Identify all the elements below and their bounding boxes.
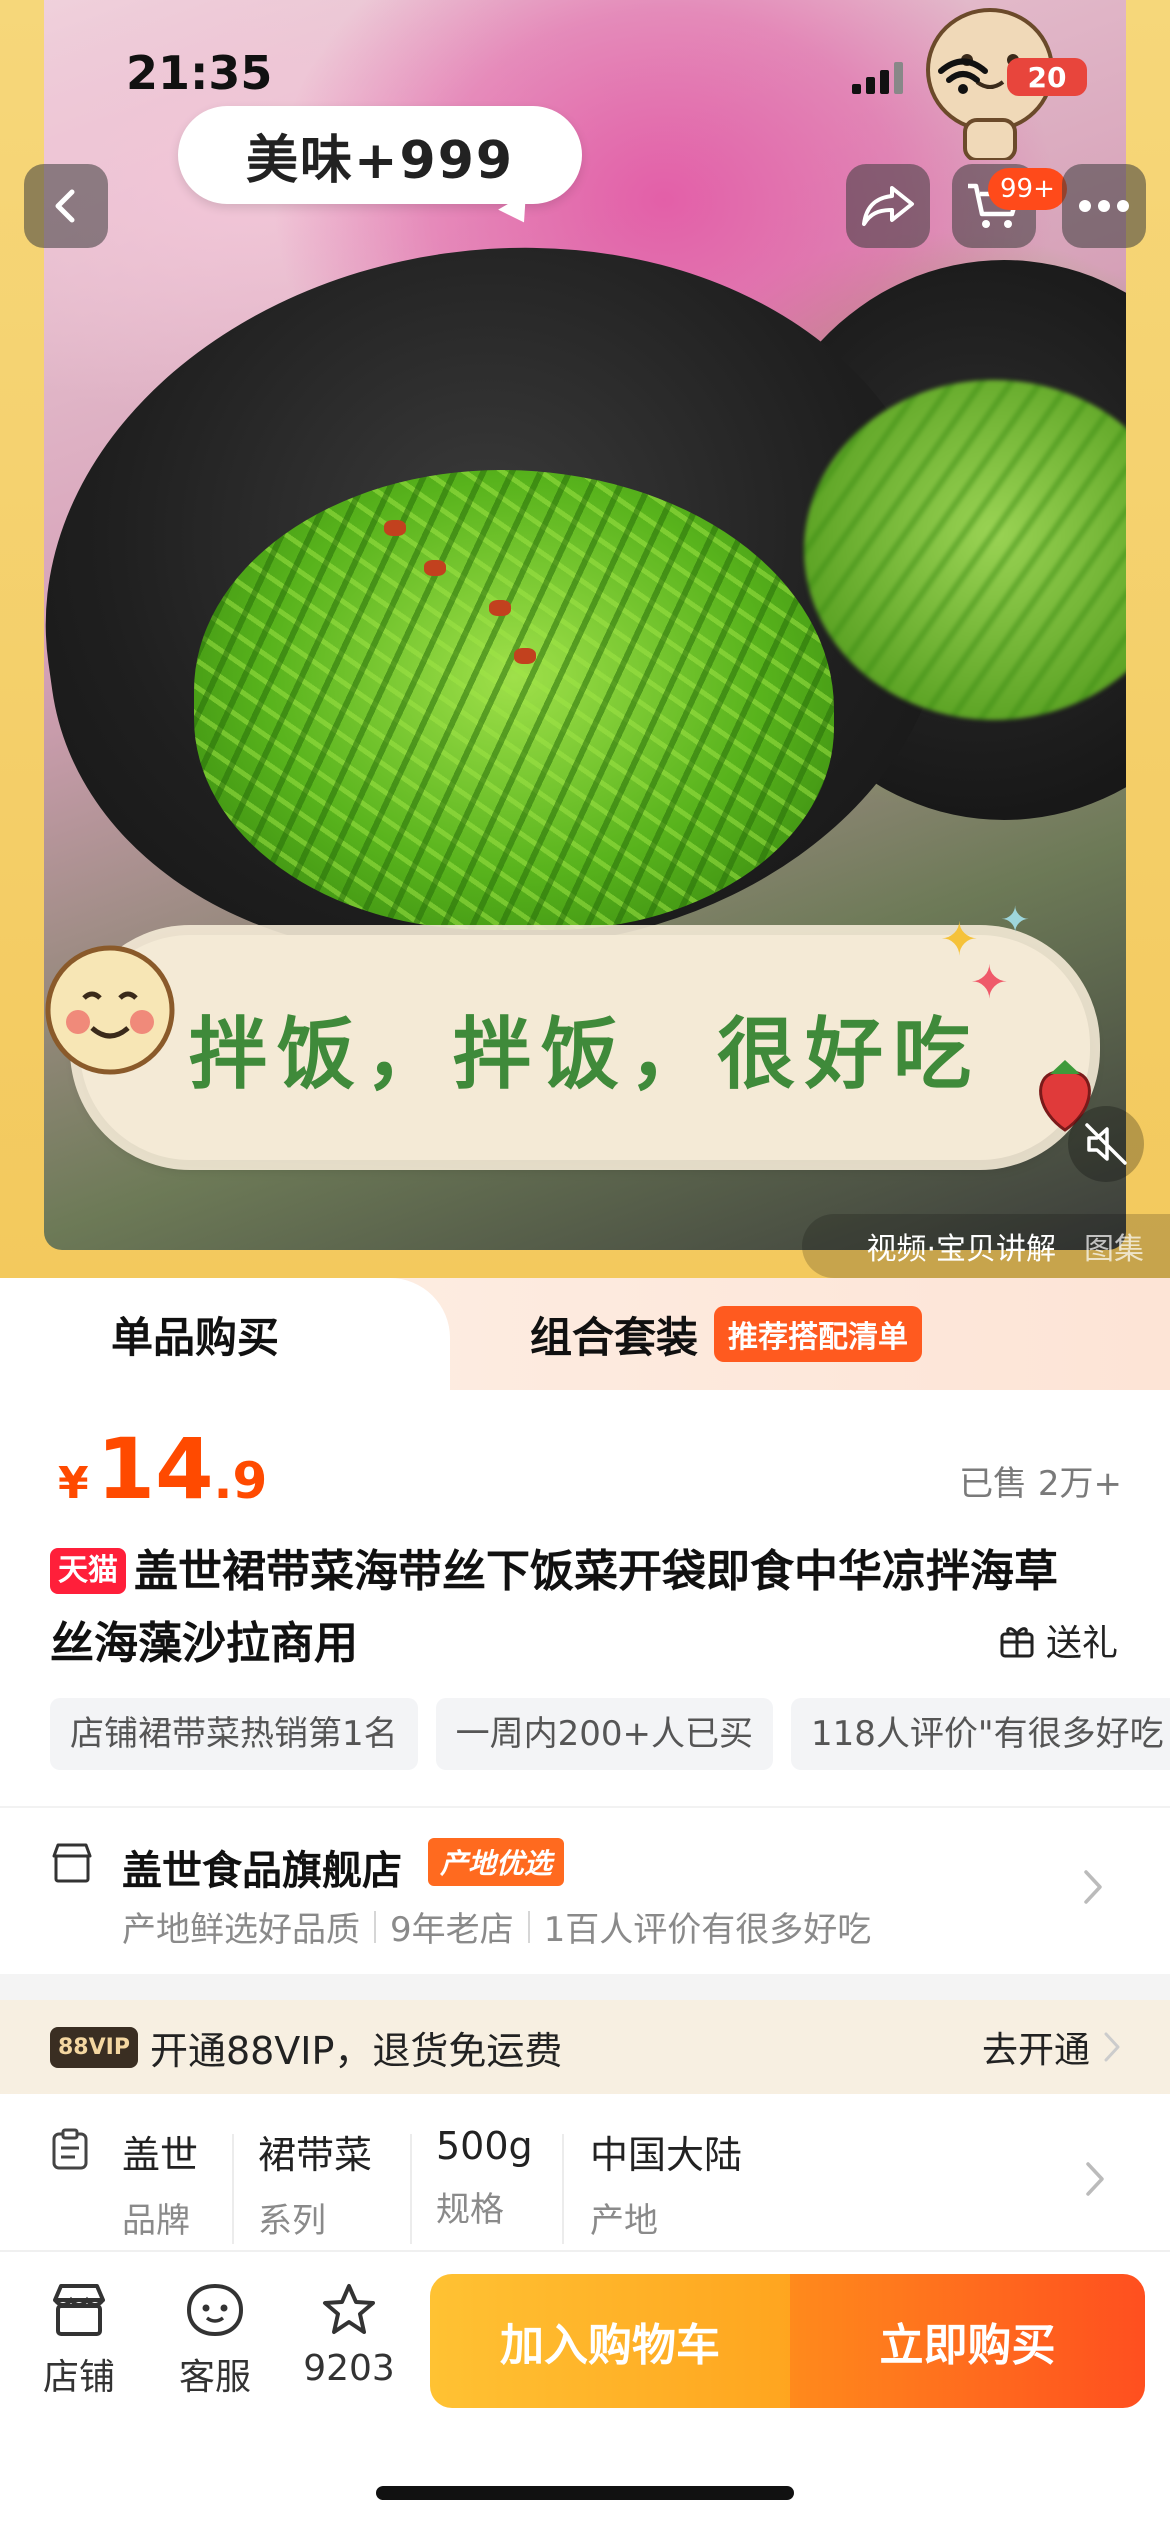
chevron-left-icon [55, 189, 75, 223]
tab-single-purchase[interactable]: 单品购买 [0, 1278, 450, 1390]
divider [232, 2134, 234, 2244]
spec-series: 裙带菜 系列 [258, 2133, 373, 2241]
store-icon [52, 1843, 92, 1883]
back-button[interactable] [24, 164, 108, 248]
share-icon [862, 186, 914, 226]
sparkle-icon: ✦ [970, 955, 1009, 1009]
divider [527, 1910, 530, 1943]
store-row[interactable]: 盖世食品旗舰店 产地优选 产地鲜选好品质 9年老店 1百人评价有很多好吃 [0, 1806, 1170, 1974]
battery-indicator: 20 [1007, 58, 1087, 96]
highlight-pills: 店铺裙带菜热销第1名 一周内200+人已买 118人评价"有很多好吃 [50, 1698, 1170, 1770]
overlay-caption: 拌饭，拌饭，很好吃 [80, 935, 1090, 1160]
chili-flake [384, 520, 406, 536]
spec-size: 500g 规格 [436, 2124, 533, 2230]
mute-button[interactable] [1068, 1106, 1144, 1182]
gift-button[interactable]: 送礼 [998, 1614, 1118, 1666]
status-time: 21:35 [126, 46, 273, 100]
pill-ranking[interactable]: 店铺裙带菜热销第1名 [50, 1698, 418, 1770]
vip-badge: 88VIP [50, 2026, 138, 2068]
chevron-right-icon [1104, 2032, 1120, 2062]
spec-row[interactable]: 盖世 品牌 裙带菜 系列 500g 规格 中国大陆 产地 [0, 2094, 1170, 2244]
wifi-icon [938, 58, 988, 94]
divider [374, 1910, 376, 1943]
purchase-mode-tabs: 单品购买 组合套装 推荐搭配清单 [0, 1278, 1170, 1390]
buy-now-button[interactable]: 立即购买 [790, 2274, 1145, 2408]
spec-list-icon [52, 2128, 88, 2170]
vip-banner[interactable]: 88VIP 开通88VIP，退货免运费 去开通 [0, 2000, 1170, 2094]
vip-text: 开通88VIP，退货免运费 [149, 2028, 563, 2073]
chili-flake [489, 600, 511, 616]
chat-face-icon [186, 2283, 244, 2337]
store-icon [53, 2284, 105, 2336]
spec-origin: 中国大陆 产地 [590, 2133, 743, 2241]
more-dots-icon [1079, 200, 1129, 212]
more-button[interactable] [1062, 164, 1146, 248]
status-icons: 20 [852, 54, 1092, 98]
divider [562, 2134, 564, 2244]
store-name: 盖世食品旗舰店 [122, 1848, 402, 1894]
chevron-right-icon [1084, 1870, 1102, 1904]
cart-count-badge: 99+ [988, 168, 1067, 210]
favorite-button[interactable]: 9203 [294, 2282, 404, 2389]
product-title: 天猫 盖世裙带菜海带丝下饭菜开袋即食中华凉拌海草丝海藻沙拉商用 [50, 1546, 1058, 1669]
add-to-cart-button[interactable]: 加入购物车 [430, 2274, 790, 2408]
combo-recommend-tag: 推荐搭配清单 [714, 1306, 923, 1362]
section-divider [0, 1974, 1170, 2000]
pill-reviews[interactable]: 118人评价"有很多好吃 [791, 1698, 1170, 1770]
spec-brand: 盖世 品牌 [122, 2133, 199, 2241]
muted-speaker-icon [1085, 1123, 1127, 1165]
divider [410, 2134, 412, 2244]
chili-flake [424, 560, 446, 576]
home-indicator[interactable] [376, 2486, 794, 2500]
chili-flake [514, 648, 536, 664]
sold-count: 已售 2万+ [959, 1464, 1122, 1504]
star-icon [323, 2284, 375, 2334]
signal-icon [852, 62, 903, 94]
store-features: 产地鲜选好品质 9年老店 1百人评价有很多好吃 [122, 1910, 872, 1950]
smiley-sticker [45, 945, 175, 1075]
chevron-right-icon [1086, 2162, 1104, 2196]
tab-gallery[interactable]: 图集 [1084, 1224, 1144, 1268]
speech-bubble: 美味+999 [178, 106, 582, 204]
tab-combo-purchase[interactable]: 组合套装 推荐搭配清单 [530, 1278, 923, 1390]
tab-video[interactable]: 视频·宝贝讲解 [866, 1224, 1056, 1268]
gift-icon [1000, 1627, 1034, 1658]
customer-service-button[interactable]: 客服 [160, 2282, 270, 2400]
pill-weekly-buyers[interactable]: 一周内200+人已买 [435, 1698, 774, 1770]
share-button[interactable] [846, 164, 930, 248]
tmall-badge: 天猫 [50, 1548, 126, 1594]
vip-activate-link[interactable]: 去开通 [982, 2021, 1090, 2073]
sparkle-icon: ✦ [1000, 900, 1031, 941]
store-origin-tag: 产地优选 [428, 1838, 565, 1886]
store-shortcut[interactable]: 店铺 [24, 2282, 134, 2400]
price: ¥ 14 .9 [58, 1420, 268, 1518]
media-tabs: 视频·宝贝讲解 图集 [802, 1214, 1170, 1278]
